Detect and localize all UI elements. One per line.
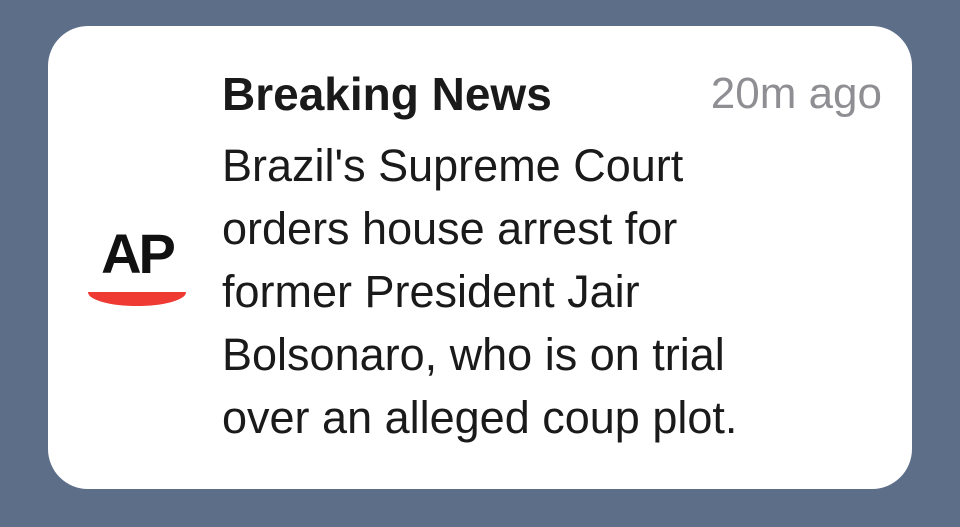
logo-accent-bar — [88, 292, 186, 306]
notification-card[interactable]: AP Breaking News 20m ago Brazil's Suprem… — [48, 26, 912, 489]
body-line: former President Jair — [222, 266, 640, 317]
ap-logo-icon: AP — [88, 222, 186, 314]
notification-body: Brazil's Supreme Court orders house arre… — [222, 134, 882, 449]
body-line: over an alleged coup plot. — [222, 392, 738, 443]
notification-title: Breaking News — [222, 68, 552, 120]
body-line: orders house arrest for — [222, 203, 678, 254]
notification-header: Breaking News 20m ago — [222, 64, 882, 128]
notification-timestamp: 20m ago — [710, 69, 882, 118]
app-logo-text: AP — [101, 222, 176, 285]
body-line: Brazil's Supreme Court — [222, 140, 684, 191]
body-line: Bolsonaro, who is on trial — [222, 329, 725, 380]
